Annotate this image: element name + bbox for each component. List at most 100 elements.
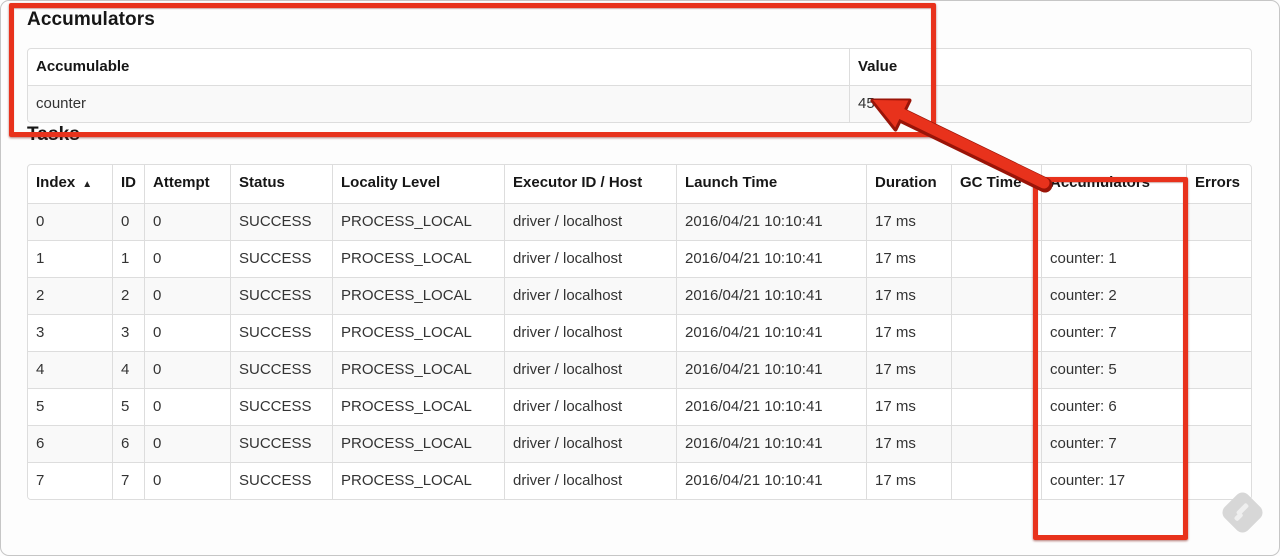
task-cell-executor-id-host: driver / localhost bbox=[504, 277, 676, 314]
task-cell-launch-time: 2016/04/21 10:10:41 bbox=[676, 351, 866, 388]
task-cell-launch-time: 2016/04/21 10:10:41 bbox=[676, 425, 866, 462]
task-cell-executor-id-host: driver / localhost bbox=[504, 462, 676, 499]
task-cell-errors bbox=[1186, 462, 1251, 499]
task-header-launch-time[interactable]: Launch Time bbox=[676, 165, 866, 203]
task-cell-index: 0 bbox=[28, 203, 112, 240]
column-header-label: Errors bbox=[1195, 174, 1241, 191]
accumulable-cell-accumulable: counter bbox=[28, 85, 849, 122]
task-cell-errors bbox=[1186, 351, 1251, 388]
task-cell-accumulators: counter: 2 bbox=[1041, 277, 1186, 314]
task-row: 4 4 0 SUCCESS PROCESS_LOCAL driver / localhos… bbox=[28, 351, 1251, 388]
task-cell-status: SUCCESS bbox=[230, 351, 332, 388]
task-cell-launch-time: 2016/04/21 10:10:41 bbox=[676, 462, 866, 499]
task-cell-attempt: 0 bbox=[144, 388, 230, 425]
task-cell-launch-time: 2016/04/21 10:10:41 bbox=[676, 388, 866, 425]
task-cell-attempt: 0 bbox=[144, 462, 230, 499]
watermark-stripe bbox=[1235, 502, 1249, 516]
task-cell-index: 2 bbox=[28, 277, 112, 314]
task-cell-status: SUCCESS bbox=[230, 203, 332, 240]
column-header-label: Locality Level bbox=[341, 174, 441, 191]
task-cell-accumulators: counter: 7 bbox=[1041, 425, 1186, 462]
task-cell-accumulators: counter: 1 bbox=[1041, 240, 1186, 277]
task-row: 2 2 0 SUCCESS PROCESS_LOCAL driver / localhos… bbox=[28, 277, 1251, 314]
task-cell-executor-id-host: driver / localhost bbox=[504, 351, 676, 388]
task-row: 5 5 0 SUCCESS PROCESS_LOCAL driver / localhos… bbox=[28, 388, 1251, 425]
task-header-attempt[interactable]: Attempt bbox=[144, 165, 230, 203]
column-header-label: GC Time bbox=[960, 174, 1022, 191]
task-cell-status: SUCCESS bbox=[230, 240, 332, 277]
task-cell-index: 4 bbox=[28, 351, 112, 388]
task-cell-locality-level: PROCESS_LOCAL bbox=[332, 351, 504, 388]
column-header-label: Executor ID / Host bbox=[513, 174, 643, 191]
tasks-table-wrap: Index ▲ ID Attempt Status Locality Level Execu… bbox=[27, 164, 1252, 500]
task-cell-executor-id-host: driver / localhost bbox=[504, 425, 676, 462]
task-cell-status: SUCCESS bbox=[230, 314, 332, 351]
column-header-label: Accumulators bbox=[1050, 174, 1151, 191]
accumulable-header-row: Accumulable Value bbox=[28, 49, 1251, 85]
task-cell-duration: 17 ms bbox=[866, 388, 951, 425]
task-cell-index: 5 bbox=[28, 388, 112, 425]
task-cell-status: SUCCESS bbox=[230, 462, 332, 499]
watermark-stripe bbox=[1233, 511, 1244, 522]
task-header-gc-time[interactable]: GC Time bbox=[951, 165, 1041, 203]
task-header-duration[interactable]: Duration bbox=[866, 165, 951, 203]
accumulable-header-accumulable[interactable]: Accumulable bbox=[28, 49, 849, 85]
task-cell-index: 7 bbox=[28, 462, 112, 499]
task-header-locality-level[interactable]: Locality Level bbox=[332, 165, 504, 203]
task-cell-id: 1 bbox=[112, 240, 144, 277]
column-header-label: Duration bbox=[875, 174, 937, 191]
task-cell-id: 3 bbox=[112, 314, 144, 351]
task-cell-attempt: 0 bbox=[144, 314, 230, 351]
task-cell-duration: 17 ms bbox=[866, 314, 951, 351]
task-cell-attempt: 0 bbox=[144, 277, 230, 314]
task-header-index[interactable]: Index ▲ bbox=[28, 165, 112, 203]
column-header-label: Launch Time bbox=[685, 174, 778, 191]
accumulators-section-title: Accumulators bbox=[27, 9, 155, 30]
task-header-status[interactable]: Status bbox=[230, 165, 332, 203]
task-cell-duration: 17 ms bbox=[866, 425, 951, 462]
task-cell-attempt: 0 bbox=[144, 351, 230, 388]
task-cell-accumulators bbox=[1041, 203, 1186, 240]
task-row: 6 6 0 SUCCESS PROCESS_LOCAL driver / localhos… bbox=[28, 425, 1251, 462]
accumulable-header-value[interactable]: Value bbox=[849, 49, 1251, 85]
task-cell-index: 1 bbox=[28, 240, 112, 277]
task-cell-executor-id-host: driver / localhost bbox=[504, 314, 676, 351]
task-cell-gc-time bbox=[951, 351, 1041, 388]
column-header-label: Index bbox=[36, 174, 76, 191]
task-cell-launch-time: 2016/04/21 10:10:41 bbox=[676, 277, 866, 314]
task-header-errors[interactable]: Errors bbox=[1186, 165, 1251, 203]
task-cell-errors bbox=[1186, 425, 1251, 462]
task-cell-errors bbox=[1186, 388, 1251, 425]
task-cell-gc-time bbox=[951, 388, 1041, 425]
task-cell-attempt: 0 bbox=[144, 240, 230, 277]
task-cell-executor-id-host: driver / localhost bbox=[504, 240, 676, 277]
task-row: 7 7 0 SUCCESS PROCESS_LOCAL driver / localhos… bbox=[28, 462, 1251, 499]
column-header-label: Accumulable bbox=[36, 58, 130, 75]
task-cell-gc-time bbox=[951, 462, 1041, 499]
task-header-executor-id-host[interactable]: Executor ID / Host bbox=[504, 165, 676, 203]
column-header-label: ID bbox=[121, 174, 136, 191]
stage-page-content: Accumulators Accumulable Value counter 45 T… bbox=[27, 8, 1252, 500]
task-cell-errors bbox=[1186, 314, 1251, 351]
column-header-label: Attempt bbox=[153, 174, 210, 191]
task-cell-id: 6 bbox=[112, 425, 144, 462]
accumulable-row: counter 45 bbox=[28, 85, 1251, 122]
task-cell-launch-time: 2016/04/21 10:10:41 bbox=[676, 203, 866, 240]
task-cell-gc-time bbox=[951, 277, 1041, 314]
task-cell-gc-time bbox=[951, 240, 1041, 277]
task-cell-locality-level: PROCESS_LOCAL bbox=[332, 203, 504, 240]
task-cell-accumulators: counter: 6 bbox=[1041, 388, 1186, 425]
task-cell-errors bbox=[1186, 277, 1251, 314]
task-header-accumulators[interactable]: Accumulators bbox=[1041, 165, 1186, 203]
task-header-id[interactable]: ID bbox=[112, 165, 144, 203]
tasks-table: Index ▲ ID Attempt Status Locality Level Execu… bbox=[28, 165, 1251, 499]
task-row: 3 3 0 SUCCESS PROCESS_LOCAL driver / localhos… bbox=[28, 314, 1251, 351]
task-cell-locality-level: PROCESS_LOCAL bbox=[332, 240, 504, 277]
task-cell-accumulators: counter: 17 bbox=[1041, 462, 1186, 499]
task-cell-locality-level: PROCESS_LOCAL bbox=[332, 314, 504, 351]
task-cell-attempt: 0 bbox=[144, 425, 230, 462]
task-cell-duration: 17 ms bbox=[866, 351, 951, 388]
task-cell-duration: 17 ms bbox=[866, 203, 951, 240]
task-cell-errors bbox=[1186, 203, 1251, 240]
task-cell-launch-time: 2016/04/21 10:10:41 bbox=[676, 240, 866, 277]
